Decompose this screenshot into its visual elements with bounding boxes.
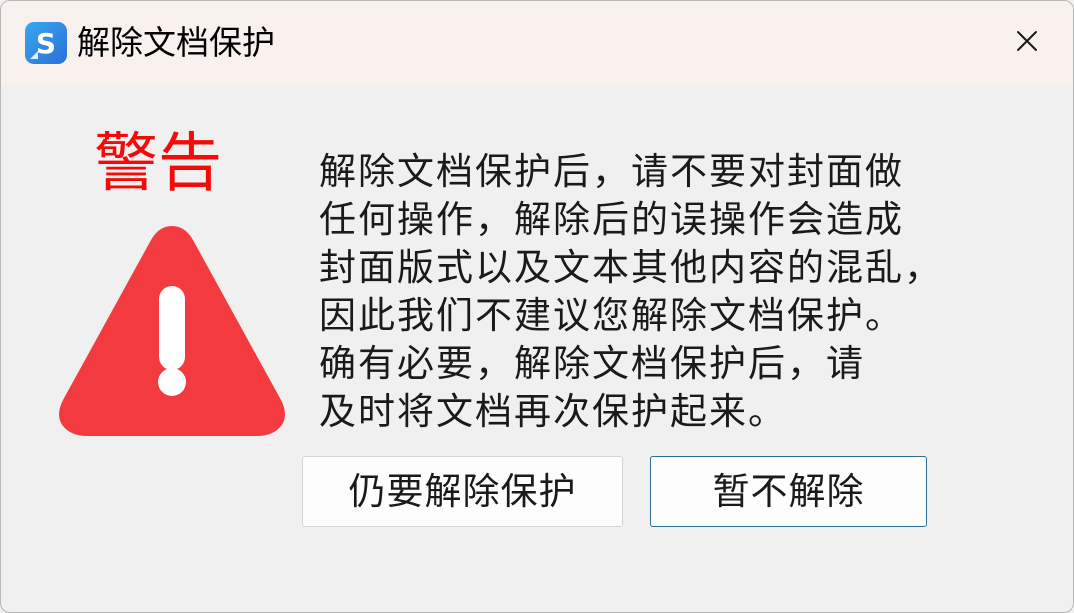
message-line: 任何操作，解除后的误操作会造成: [319, 198, 904, 241]
s-app-icon: S: [24, 21, 68, 65]
warning-triangle-icon: [53, 216, 291, 438]
message-line: 解除文档保护后，请不要对封面做: [319, 150, 904, 193]
remove-protection-button[interactable]: 仍要解除保护: [302, 456, 623, 527]
message-line: 确有必要，解除文档保护后，请: [319, 342, 865, 385]
warning-heading: 警告: [94, 127, 222, 201]
message-line: 封面版式以及文本其他内容的混乱，: [319, 246, 943, 289]
close-button[interactable]: [1003, 19, 1051, 67]
message-line: 及时将文档再次保护起来。: [319, 390, 787, 433]
keep-protection-button[interactable]: 暂不解除: [650, 456, 927, 527]
window-title: 解除文档保护: [77, 23, 275, 62]
close-icon: [1015, 29, 1039, 57]
warning-message: 解除文档保护后，请不要对封面做 任何操作，解除后的误操作会造成 封面版式以及文本…: [319, 148, 1019, 436]
dialog-window: S 解除文档保护 警告 解除文档保护后，请不要对封面做 任何操作，解除后的误操作…: [0, 0, 1074, 613]
svg-text:S: S: [36, 27, 56, 60]
title-bar: S 解除文档保护: [1, 1, 1073, 85]
message-line: 因此我们不建议您解除文档保护。: [319, 294, 904, 337]
